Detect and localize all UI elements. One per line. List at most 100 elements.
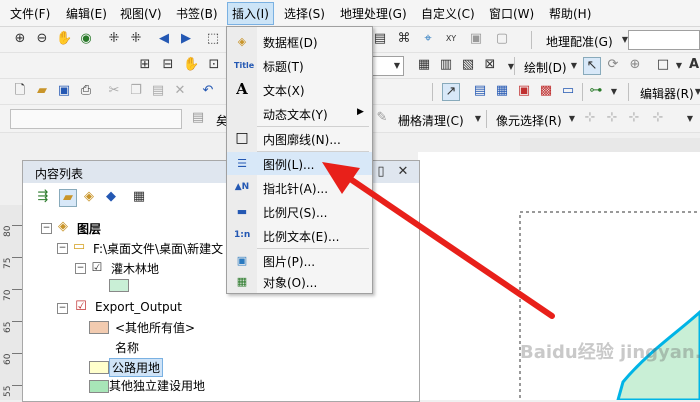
frame-icon: □ [235, 130, 249, 146]
layout-icon[interactable]: ▤ [190, 110, 206, 126]
clear-pixels-icon[interactable]: ⊹ [650, 110, 666, 126]
focus-data-frame-icon[interactable]: ▥ [438, 57, 454, 73]
layer-dropdown[interactable] [628, 30, 700, 50]
draw-label[interactable]: 绘制(D) [524, 59, 567, 76]
pan-icon[interactable]: ✋ [56, 31, 72, 47]
toc-title: 内容列表 [35, 167, 84, 181]
checkbox-icon[interactable]: ☑ [89, 259, 105, 275]
menu-geoprocessing[interactable]: 地理处理(G) [340, 5, 407, 22]
toolbar-icon[interactable]: ▤ [372, 31, 388, 47]
menu-item-data-frame[interactable]: ◈ 数据框(D) [227, 30, 372, 53]
menu-item-text[interactable]: A 文本(X) [227, 78, 372, 101]
pencil-icon[interactable]: ✎ [374, 110, 390, 126]
list-by-selection-icon[interactable]: ◆ [103, 189, 119, 205]
construction-label: 其他独立建设用地 [109, 379, 206, 393]
open-folder-icon[interactable]: ▰ [34, 83, 50, 99]
rotate-icon[interactable]: ⟳ [605, 57, 621, 73]
chevron-down-icon[interactable]: ▼ [566, 58, 582, 74]
rectangle-icon[interactable]: □ [655, 57, 671, 73]
binoculars-icon[interactable]: ⌘ [396, 31, 412, 47]
menu-file[interactable]: 文件(F) [10, 5, 50, 22]
table-icon[interactable]: ▤ [472, 83, 488, 99]
chevron-down-icon[interactable]: ▼ [690, 84, 700, 100]
print-icon[interactable]: ⎙ [78, 83, 94, 99]
georeferencing-label[interactable]: 地理配准(G) [546, 33, 613, 50]
zoom-out-icon[interactable]: ⊖ [34, 31, 50, 47]
chevron-down-icon[interactable]: ▼ [671, 58, 687, 74]
menu-select[interactable]: 选择(S) [284, 5, 325, 22]
fixed-zoom-in-icon[interactable]: ⁜ [106, 31, 122, 47]
menu-item-dynamic-text[interactable]: 动态文本(Y) ▶ [227, 102, 372, 125]
select-elements-icon[interactable]: ↖ [583, 57, 601, 75]
road-label[interactable]: 公路用地 [109, 358, 164, 377]
forward-icon[interactable]: ▶ [178, 31, 194, 47]
menu-window[interactable]: 窗口(W) [489, 5, 534, 22]
menu-view[interactable]: 视图(V) [120, 5, 162, 22]
layers-label: 图层 [77, 222, 102, 236]
zoom-out-layout-icon[interactable]: ⊟ [160, 57, 176, 73]
select-pixels-icon[interactable]: ⊹ [582, 110, 598, 126]
arctoolbox-icon[interactable]: ▩ [538, 83, 554, 99]
pixel-selection-label[interactable]: 像元选择(R) [496, 112, 562, 129]
zoom-in-icon[interactable]: ⊕ [12, 31, 28, 47]
layer1-expander[interactable]: − [75, 263, 86, 274]
attributes-icon[interactable]: ▦ [494, 83, 510, 99]
target-layer-dropdown[interactable] [10, 109, 182, 129]
options-icon[interactable]: ▦ [131, 189, 147, 205]
zoom-percent-dropdown[interactable]: ▼ [372, 56, 404, 76]
chevron-down-icon[interactable]: ▼ [564, 111, 580, 127]
layer2-expander[interactable]: − [57, 303, 68, 314]
other-values-label: <其他所有值> [115, 321, 196, 335]
toggle-draft-icon[interactable]: ▦ [416, 57, 432, 73]
chevron-down-icon[interactable]: ▼ [682, 111, 698, 127]
menu-item-neatline[interactable]: □ 内图廓线(N)... [227, 127, 372, 150]
save-icon[interactable]: ▣ [56, 83, 72, 99]
menu-customize[interactable]: 自定义(C) [421, 5, 475, 22]
list-by-drawing-order-icon[interactable]: ⇶ [35, 189, 51, 205]
menu-insert[interactable]: 插入(I) [227, 2, 274, 25]
find-route-icon[interactable]: ⌖ [420, 31, 436, 47]
time-slider-icon[interactable]: ▣ [468, 31, 484, 47]
raster-cleanup-label[interactable]: 栅格清理(C) [398, 112, 464, 129]
text-tool-icon[interactable]: A [686, 57, 700, 73]
fixed-zoom-out-icon[interactable]: ⁜ [128, 31, 144, 47]
folder-expander[interactable]: − [57, 243, 68, 254]
menu-bookmarks[interactable]: 书签(B) [176, 5, 218, 22]
add-pixels-icon[interactable]: ⊹ [604, 110, 620, 126]
delete-icon[interactable]: ✕ [172, 83, 188, 99]
chevron-down-icon[interactable]: ▼ [606, 84, 622, 100]
undo-icon[interactable]: ↶ [200, 83, 216, 99]
data-driven-pages-icon[interactable]: ⊠ [482, 57, 498, 73]
list-by-visibility-icon[interactable]: ◈ [81, 189, 97, 205]
zoom-in-layout-icon[interactable]: ⊞ [137, 57, 153, 73]
select-features-icon[interactable]: ⬚ [205, 31, 221, 47]
back-icon[interactable]: ◀ [156, 31, 172, 47]
menu-item-title[interactable]: Title 标题(T) [227, 54, 372, 77]
copy-icon[interactable]: ❐ [128, 83, 144, 99]
vertical-ruler: 80 75 70 65 60 55 [0, 205, 23, 400]
goto-xy-icon[interactable]: XY [443, 31, 459, 47]
zoom-to-selected-icon[interactable]: ⊕ [627, 57, 643, 73]
remove-pixels-icon[interactable]: ⊹ [626, 110, 642, 126]
chevron-down-icon[interactable]: ▼ [503, 59, 519, 75]
editor-label[interactable]: 编辑器(R) [640, 85, 694, 102]
full-extent-icon[interactable]: ◉ [78, 31, 94, 47]
new-document-icon[interactable]: 🗋 [12, 83, 28, 99]
python-window-icon[interactable]: ▭ [560, 83, 576, 99]
zoom-whole-page-icon[interactable]: ⊡ [206, 57, 222, 73]
menu-edit[interactable]: 编辑(E) [66, 5, 107, 22]
picture-icon: ▣ [236, 254, 248, 267]
layers-expander[interactable]: − [41, 223, 52, 234]
pan-layout-icon[interactable]: ✋ [183, 57, 199, 73]
edit-vertices-icon[interactable]: ↗ [442, 83, 460, 101]
change-layout-icon[interactable]: ▧ [460, 57, 476, 73]
list-by-source-icon[interactable]: ▰ [59, 189, 77, 207]
checkbox-warning-icon[interactable]: ☑ [73, 299, 89, 315]
catalog-icon[interactable]: ▣ [516, 83, 532, 99]
paste-icon[interactable]: ▤ [150, 83, 166, 99]
menu-help[interactable]: 帮助(H) [549, 5, 591, 22]
chevron-down-icon[interactable]: ▼ [470, 111, 486, 127]
html-popup-icon[interactable]: ▢ [494, 31, 510, 47]
model-builder-icon[interactable]: ⊶ [588, 83, 604, 99]
cut-icon[interactable]: ✂ [106, 83, 122, 99]
